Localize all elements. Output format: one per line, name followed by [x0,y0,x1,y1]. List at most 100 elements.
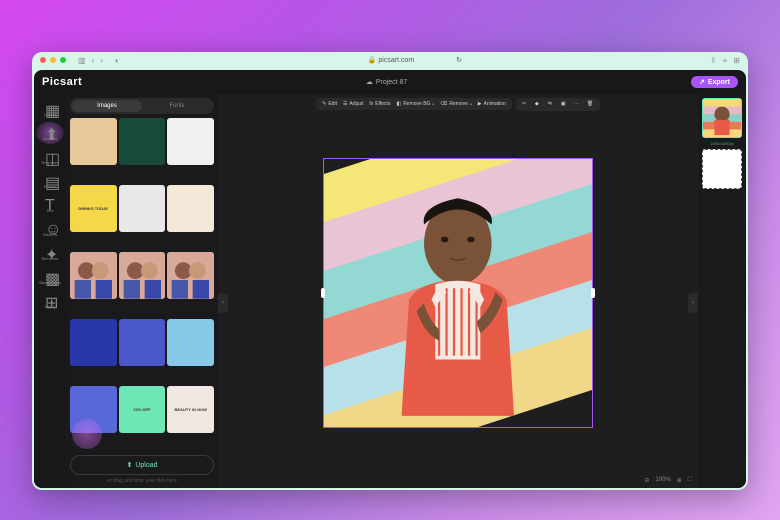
new-tab-icon[interactable]: + [723,56,728,65]
resize-handle-right[interactable] [591,288,595,298]
page-dimensions: 1080x1080px [702,141,742,146]
zoom-dot[interactable] [60,57,66,63]
artboard[interactable] [323,158,593,428]
thumb-7[interactable] [119,252,166,299]
resize-handle-left[interactable] [321,288,325,298]
pages-panel: 1080x1080px [698,94,746,488]
background-icon: ▩ [45,269,55,279]
animation-button[interactable]: ▶Animation [476,100,508,108]
thumbnail-grid: DRINKS TODAY 20% OFFBEAUTY IN NOW [70,118,214,451]
add-page-thumb[interactable] [702,149,742,189]
more-icon: ⋯ [574,101,581,108]
erase-button[interactable]: ◆ [533,100,544,109]
thumb-2[interactable] [167,118,214,165]
effects-button[interactable]: fxEffects [367,100,392,108]
zoom-level[interactable]: 100% [655,477,670,483]
close-dot[interactable] [40,57,46,63]
layout-icon: ▦ [45,101,55,111]
thumb-6[interactable] [70,252,117,299]
adjust-icon: ☰ [343,101,347,107]
templates-icon: ◫ [45,149,55,159]
thumb-8[interactable] [167,252,214,299]
sidebar-item-stickers[interactable]: ☺Stickers [36,218,64,240]
thumb-14[interactable]: BEAUTY IN NOW [167,386,214,433]
sidebar-item-background[interactable]: ▩Background [36,266,64,288]
thumb-10[interactable] [119,319,166,366]
removebg-button[interactable]: ◧Remove BG● [394,100,436,108]
app-root: Picsart ☁ Project 87 ↗ Export ▦Layout⬆Up… [34,70,746,488]
reload-icon[interactable]: ↻ [456,57,462,64]
batch-icon: ⊞ [45,293,55,303]
thumb-3[interactable]: DRINKS TODAY [70,185,117,232]
zoom-in-icon[interactable]: ⊕ [677,477,682,484]
upload-button[interactable]: ⬆ Upload [70,455,214,475]
context-toolbar: ✎Edit ☰Adjust fxEffects ◧Remove BG● ⌫Rem… [218,94,698,114]
app-header: Picsart ☁ Project 87 ↗ Export [34,70,746,94]
left-sidebar: ▦Layout⬆Uploads◫Templates▤PhotosTText☺St… [34,94,66,488]
canvas-image[interactable] [324,159,592,427]
minimize-dot[interactable] [50,57,56,63]
delete-button[interactable]: 🗑 [585,100,596,109]
sidebar-item-batch[interactable]: ⊞Batch [36,290,64,312]
trash-icon: 🗑 [587,101,594,108]
thumb-5[interactable] [167,185,214,232]
crop-icon: ✂ [522,101,529,108]
collapse-left-icon[interactable]: ‹ [218,293,228,313]
canvas-viewport[interactable]: ‹ [218,114,698,472]
tab-images[interactable]: Images [72,100,142,112]
logo[interactable]: Picsart [42,76,82,88]
browser-window: ▥ ‹ › ◐ 🔒picsart.com ↻ ⇪ + ⊞ Picsart ☁ P… [32,52,748,490]
tabs-icon[interactable]: ⊞ [733,56,740,65]
uploads-icon: ⬆ [45,125,55,135]
sidebar-item-layout[interactable]: ▦Layout [36,98,64,120]
fit-icon[interactable]: ⛶ [688,477,692,484]
status-bar: ⊖ 100% ⊕ ⛶ [218,472,698,488]
flip-icon: ⇋ [548,101,555,108]
collapse-right-icon[interactable]: › [688,293,698,313]
drag-hint: or drag and drop your files here [70,478,214,484]
sidebar-toggle-icon[interactable]: ▥ [78,56,86,65]
page-thumb-1[interactable] [702,98,742,138]
back-icon[interactable]: ‹ [92,56,95,65]
address-bar[interactable]: 🔒picsart.com ↻ [124,56,706,64]
sidebar-item-photos[interactable]: ▤Photos [36,170,64,192]
tab-fonts[interactable]: Fonts [142,100,212,112]
sidebar-item-templates[interactable]: ◫Templates [36,146,64,168]
edit-button[interactable]: ✎Edit [320,100,339,108]
uploads-panel: Images Fonts DRINKS TODAY 20% OFFBEAUTY I… [66,94,218,488]
thumb-1[interactable] [119,118,166,165]
thumb-0[interactable] [70,118,117,165]
reader-icon[interactable]: ◐ [115,56,120,65]
panel-tabs: Images Fonts [70,98,214,114]
erase-icon: ◆ [535,101,542,108]
layer-button[interactable]: ▣ [559,100,570,109]
main-area: ▦Layout⬆Uploads◫Templates▤PhotosTText☺St… [34,94,746,488]
thumb-4[interactable] [119,185,166,232]
sidebar-item-text[interactable]: TText [36,194,64,216]
nav-buttons: ▥ ‹ › [78,56,103,65]
thumb-12[interactable] [70,386,117,433]
more-button[interactable]: ⋯ [572,100,583,109]
lock-icon: 🔒 [368,57,377,64]
sidebar-item-elements[interactable]: ✦Elements [36,242,64,264]
project-title[interactable]: ☁ Project 87 [366,78,408,86]
remove-button[interactable]: ⌫Remove● [438,100,474,108]
crop-button[interactable]: ✂ [520,100,531,109]
elements-icon: ✦ [45,245,55,255]
titlebar: ▥ ‹ › ◐ 🔒picsart.com ↻ ⇪ + ⊞ [32,52,748,68]
edit-icon: ✎ [322,101,326,107]
share-icon[interactable]: ⇪ [710,56,717,65]
flip-button[interactable]: ⇋ [546,100,557,109]
export-icon: ↗ [699,78,705,86]
photos-icon: ▤ [45,173,55,183]
thumb-11[interactable] [167,319,214,366]
zoom-out-icon[interactable]: ⊖ [644,477,649,484]
adjust-button[interactable]: ☰Adjust [341,100,365,108]
stickers-icon: ☺ [45,221,55,231]
thumb-9[interactable] [70,319,117,366]
export-button[interactable]: ↗ Export [691,76,738,88]
thumb-13[interactable]: 20% OFF [119,386,166,433]
effects-icon: fx [369,101,373,107]
sidebar-item-uploads[interactable]: ⬆Uploads [36,122,64,144]
forward-icon[interactable]: › [100,56,103,65]
